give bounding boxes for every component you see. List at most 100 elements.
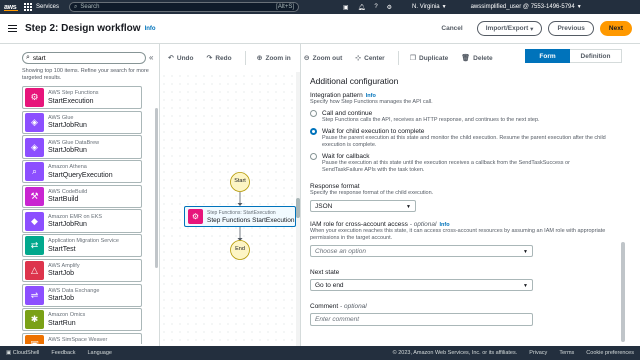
redo-button[interactable]: ↷ Redo — [206, 54, 232, 63]
state-list-item[interactable]: ⇌ AWS Data Exchange StartJob — [22, 283, 142, 307]
section-title: Additional configuration — [310, 76, 399, 86]
cloudshell-icon[interactable]: ▣ — [343, 4, 349, 11]
state-action-name: StartJobRun — [48, 122, 87, 130]
terms-link[interactable]: Terms — [559, 350, 574, 356]
workflow-canvas[interactable]: Start End ⚙ Step Functions: StartExecuti… — [160, 72, 296, 346]
iam-role-placeholder: Choose an option — [315, 247, 366, 255]
search-icon: ⌕ — [26, 54, 30, 61]
state-list-item[interactable]: ✱ Amazon Omics StartRun — [22, 308, 142, 332]
task-node-service: Step Functions: StartExecution — [207, 209, 276, 216]
state-list: ⚙ AWS Step Functions StartExecution ◈ AWS Gl… — [22, 86, 142, 344]
state-list-item[interactable]: ▣AWS SimSpace WeaverStartApp — [22, 332, 142, 344]
response-format-desc: Specify the response format of the child… — [310, 190, 434, 196]
tab-definition[interactable]: Definition — [570, 49, 622, 63]
state-service-name: AWS Glue DataBrew — [48, 139, 100, 146]
radio-desc: Pause the parent execution at this state… — [322, 135, 606, 148]
help-icon[interactable]: ? — [374, 4, 377, 10]
inspector-tabs: Form Definition — [525, 49, 622, 63]
comment-input[interactable]: Enter comment — [310, 313, 533, 326]
radio-wait-for-callback[interactable]: Wait for callback Pause the execution at… — [310, 153, 610, 174]
state-action-name: StartBuild — [48, 196, 79, 204]
state-service-name: AWS Glue — [48, 114, 74, 121]
region-caret-icon: ▼ — [441, 4, 447, 10]
additional-configuration-section: Additional configuration Integration pat… — [310, 76, 610, 326]
zoom-in-button[interactable]: ⊕ Zoom in — [256, 54, 291, 63]
services-menu[interactable]: Services — [36, 4, 59, 10]
next-state-select[interactable]: Go to end ▼ — [310, 279, 533, 291]
radio-button-selected[interactable] — [310, 128, 317, 135]
state-list-item[interactable]: ⚙ AWS Step Functions StartExecution — [22, 86, 142, 110]
copyright-text: © 2023, Amazon Web Services, Inc. or its… — [392, 350, 518, 356]
global-search-input[interactable]: ⌕ Search [Alt+S] — [69, 2, 300, 12]
settings-gear-icon[interactable]: ⚙ — [387, 4, 392, 11]
tab-form[interactable]: Form — [525, 49, 570, 63]
cancel-button[interactable]: Cancel — [433, 21, 471, 36]
zoom-in-icon: ⊕ — [256, 55, 263, 62]
import-export-label: Import/Export — [485, 25, 529, 32]
comment-placeholder: Enter comment — [315, 316, 360, 323]
caret-down-icon: ▼ — [406, 204, 411, 210]
next-state-value: Go to end — [315, 281, 344, 289]
import-export-button[interactable]: Import/Export ▾ — [476, 21, 543, 36]
cloudshell-link[interactable]: ▣ CloudShell — [6, 350, 39, 356]
state-service-name: AWS Data Exchange — [48, 287, 100, 294]
state-service-name: Amazon Athena — [48, 164, 87, 171]
state-list-scrollbar[interactable] — [155, 108, 158, 268]
next-button[interactable]: Next — [599, 21, 632, 36]
redo-icon: ↷ — [206, 55, 213, 62]
service-icon: ✱ — [25, 310, 44, 330]
state-search-input[interactable] — [32, 54, 142, 62]
service-icon: ⌕ — [25, 162, 44, 182]
redo-label: Redo — [215, 54, 232, 62]
region-selector[interactable]: N. Virginia ▼ — [412, 4, 447, 10]
state-list-item[interactable]: △ AWS Amplify StartJob — [22, 258, 142, 283]
state-list-item[interactable]: ◈ AWS Glue StartJobRun — [22, 110, 142, 134]
caret-down-icon: ▼ — [523, 283, 528, 289]
inspector-scrollbar[interactable] — [621, 72, 625, 342]
radio-button[interactable] — [310, 110, 317, 117]
iam-optional-text: - optional — [409, 221, 437, 228]
title-info-link[interactable]: Info — [145, 26, 156, 32]
radio-button[interactable] — [310, 153, 317, 160]
privacy-link[interactable]: Privacy — [529, 350, 547, 356]
hamburger-menu-icon[interactable] — [8, 23, 17, 34]
state-list-item[interactable]: ⇄ Application Migration Service StartTest — [22, 234, 142, 258]
caret-down-icon: ▼ — [523, 249, 528, 255]
state-search-field[interactable]: ⌕ — [22, 52, 146, 64]
response-format-select[interactable]: JSON ▼ — [310, 200, 416, 212]
cookie-preferences-link[interactable]: Cookie preferences — [586, 350, 634, 356]
account-menu[interactable]: awssimplified_user @ 7553-1496-5794 ▼ — [471, 4, 582, 10]
region-label: N. Virginia — [412, 4, 440, 10]
search-results-hint: Showing top 100 items. Refine your searc… — [22, 68, 149, 81]
aws-logo[interactable]: aws — [4, 4, 18, 11]
radio-label: Wait for callback — [322, 153, 370, 160]
start-node-label: Start — [234, 178, 246, 184]
language-link[interactable]: Language — [88, 350, 112, 356]
notifications-bell-icon[interactable]: 🔔︎ — [358, 4, 366, 11]
integration-pattern-label: Integration pattern Info — [310, 92, 610, 99]
radio-wait-for-child[interactable]: Wait for child execution to complete Pau… — [310, 128, 610, 149]
state-list-item[interactable]: ⌕ Amazon Athena StartQueryExecution — [22, 160, 142, 184]
feedback-link[interactable]: Feedback — [51, 350, 75, 356]
collapse-panel-icon[interactable]: « — [149, 53, 153, 62]
state-service-name: AWS CodeBuild — [48, 188, 88, 195]
service-icon: △ — [25, 260, 44, 280]
radio-label: Wait for child execution to complete — [322, 128, 425, 135]
iam-role-select[interactable]: Choose an option ▼ — [310, 245, 533, 257]
radio-call-and-continue[interactable]: Call and continue Step Functions calls t… — [310, 110, 610, 124]
state-list-item[interactable]: ⚒ AWS CodeBuild StartBuild — [22, 184, 142, 209]
inspector-scroll-thumb[interactable] — [621, 242, 625, 342]
state-action-name: StartExecution — [48, 97, 94, 105]
radio-desc: Pause the execution at this state until … — [322, 160, 570, 173]
state-list-item[interactable]: ◆ Amazon EMR on EKS StartJobRun — [22, 209, 142, 233]
undo-button[interactable]: ↶ Undo — [168, 54, 193, 63]
task-node-step-functions[interactable]: ⚙ Step Functions: StartExecution Step Fu… — [184, 206, 296, 227]
comment-text: Comment — [310, 303, 339, 310]
task-node-name: Step Functions StartExecution — [207, 216, 295, 224]
states-browser-panel: ⌕ « Showing top 100 items. Refine your s… — [0, 44, 160, 346]
state-list-item[interactable]: ◈ AWS Glue DataBrew StartJobRun — [22, 135, 142, 159]
services-grid-icon[interactable] — [24, 3, 32, 11]
radio-label: Call and continue — [322, 110, 373, 117]
previous-button[interactable]: Previous — [548, 21, 594, 36]
state-action-name: StartRun — [48, 319, 76, 327]
